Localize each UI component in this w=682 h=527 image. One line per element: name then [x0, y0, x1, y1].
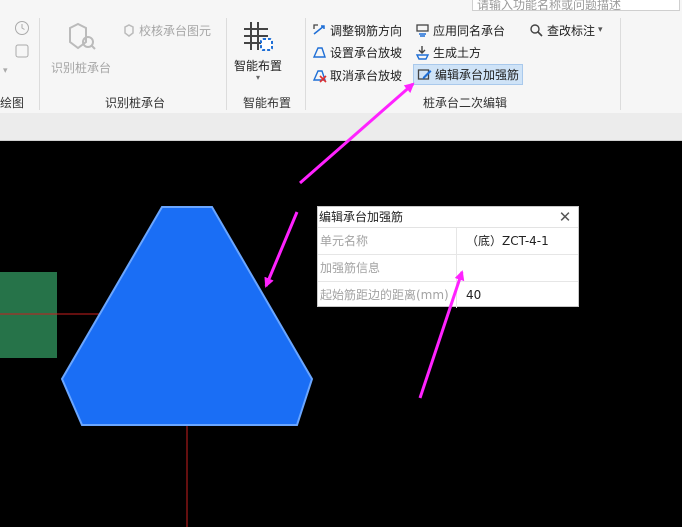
dropdown-caret-icon: ▾ [598, 25, 603, 35]
property-value[interactable] [457, 255, 578, 281]
clock-icon[interactable] [14, 20, 30, 39]
dialog-title: 编辑承台加强筋 ✕ [318, 207, 578, 228]
table-row: 加强筋信息 [318, 255, 578, 282]
modify-label-button[interactable]: 查改标注 ▾ [529, 20, 603, 40]
property-value[interactable]: （底）ZCT-4-1 [457, 228, 578, 254]
recognize-pile-cap-button[interactable]: 识别桩承台 [51, 22, 111, 76]
property-name: 单元名称 [318, 228, 457, 254]
apply-same-icon [415, 23, 430, 38]
set-cap-slope-button[interactable]: 设置承台放坡 [312, 42, 402, 62]
property-name: 加强筋信息 [318, 255, 457, 281]
table-row: 起始筋距边的距离(mm) 40 [318, 282, 578, 308]
divider [39, 18, 40, 110]
set-slope-icon [312, 45, 327, 60]
adjust-rebar-direction-button[interactable]: 调整钢筋方向 [312, 20, 402, 40]
drawing-tab-strip [0, 113, 682, 141]
group-label-smart: 智能布置 [243, 96, 292, 110]
cancel-slope-icon [312, 68, 327, 83]
divider [620, 18, 621, 110]
apply-same-name-cap-button[interactable]: 应用同名承台 [415, 20, 505, 40]
edit-cap-reinforcement-button[interactable]: 编辑承台加强筋 [413, 64, 524, 85]
adjust-rebar-icon [312, 23, 327, 38]
smart-layout-icon [242, 22, 274, 55]
table-row: 单元名称 （底）ZCT-4-1 [318, 228, 578, 255]
group-label-draw: 绘图 [0, 96, 25, 110]
square-icon[interactable] [15, 44, 29, 61]
group-label-recognize: 识别桩承台 [105, 96, 166, 110]
property-value[interactable]: 40 [457, 282, 578, 308]
property-name: 起始筋距边的距离(mm) [318, 282, 457, 308]
edit-reinforcement-dialog: 编辑承台加强筋 ✕ 单元名称 （底）ZCT-4-1 加强筋信息 起始筋距边的距离… [317, 206, 579, 308]
divider [305, 18, 306, 110]
drawing-canvas[interactable]: 编辑承台加强筋 ✕ 单元名称 （底）ZCT-4-1 加强筋信息 起始筋距边的距离… [0, 141, 682, 527]
green-element [0, 272, 57, 358]
check-cap-icon [121, 23, 136, 38]
smart-layout-button[interactable]: 智能布置 ▾ [232, 20, 284, 82]
cancel-cap-slope-button[interactable]: 取消承台放坡 [312, 65, 402, 85]
earthwork-icon [415, 45, 430, 60]
search-input[interactable]: 请输入功能名称或问题描述 [472, 0, 680, 11]
divider [226, 18, 227, 110]
check-cap-elements-button[interactable]: 校核承台图元 [121, 20, 211, 40]
generate-earthwork-button[interactable]: 生成土方 [415, 42, 481, 62]
ribbon-toolbar: 请输入功能名称或问题描述 ▾ 绘图 识别桩承台 校核承台图元 识别桩承台 智能布… [0, 0, 682, 114]
pile-cap-shape [60, 206, 314, 426]
modify-label-icon [529, 23, 544, 38]
recognize-cap-icon [64, 22, 98, 57]
edit-reinforcement-icon [417, 67, 432, 82]
group-label-cap-edit: 桩承台二次编辑 [423, 96, 508, 110]
canvas-graphics [0, 206, 314, 527]
dropdown-caret-icon: ▾ [255, 73, 260, 82]
dropdown-caret-icon[interactable]: ▾ [3, 66, 8, 76]
close-icon[interactable]: ✕ [558, 207, 572, 227]
